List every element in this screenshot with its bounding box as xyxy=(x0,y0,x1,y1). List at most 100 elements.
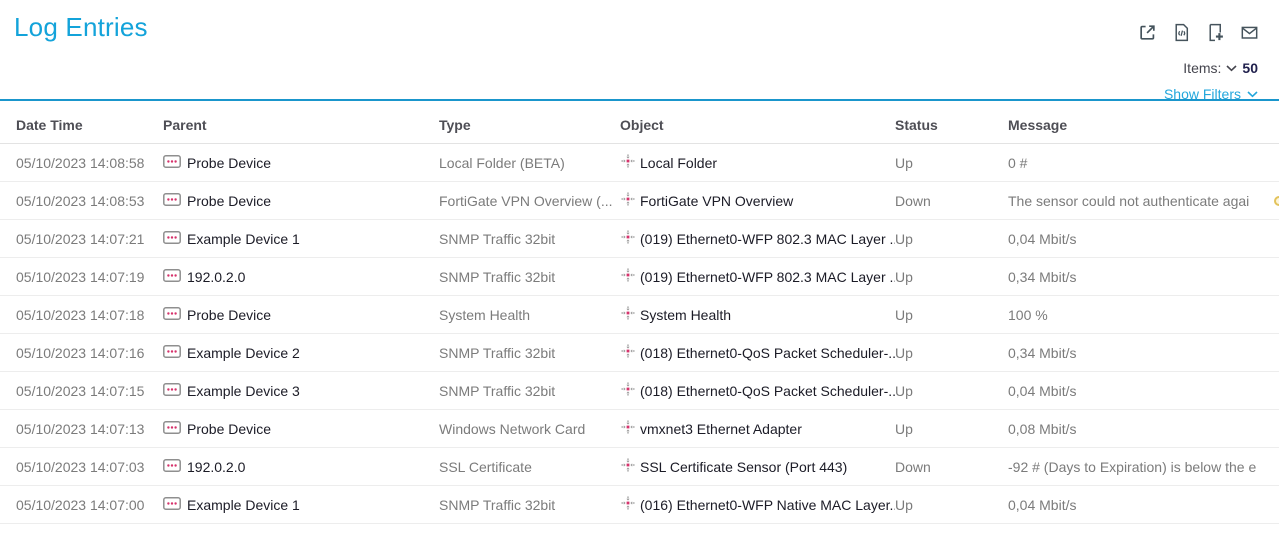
object-link[interactable]: SSL Certificate Sensor (Port 443) xyxy=(620,457,847,476)
cell-parent: Probe Device xyxy=(163,410,439,448)
parent-link-label: Example Device 1 xyxy=(187,497,300,513)
table-row: 05/10/2023 14:07:16 Example Device 2 SNM… xyxy=(0,334,1279,372)
items-count-control[interactable]: Items: 50 xyxy=(1183,60,1258,76)
parent-link[interactable]: 192.0.2.0 xyxy=(163,269,245,285)
cell-message: 0,04 Mbit/s xyxy=(1008,486,1279,524)
device-icon xyxy=(163,155,181,171)
table-row: 05/10/2023 14:07:00 Example Device 1 SNM… xyxy=(0,486,1279,524)
cell-parent: 192.0.2.0 xyxy=(163,448,439,486)
cell-datetime: 05/10/2023 14:07:00 xyxy=(0,486,163,524)
cell-object: Local Folder xyxy=(620,144,895,182)
xml-export-icon[interactable] xyxy=(1172,23,1191,42)
add-file-icon[interactable] xyxy=(1206,23,1225,42)
table-row: 05/10/2023 14:07:15 Example Device 3 SNM… xyxy=(0,372,1279,410)
cell-datetime: 05/10/2023 14:07:18 xyxy=(0,296,163,334)
page-title: Log Entries xyxy=(14,12,148,43)
log-entries-table: Date Time Parent Type Object Status Mess… xyxy=(0,101,1279,524)
sensor-icon xyxy=(620,343,636,362)
object-link-label: vmxnet3 Ethernet Adapter xyxy=(640,421,802,437)
parent-link[interactable]: 192.0.2.0 xyxy=(163,459,245,475)
object-link[interactable]: (018) Ethernet0-QoS Packet Scheduler-... xyxy=(620,381,895,400)
cell-parent: Example Device 1 xyxy=(163,486,439,524)
cell-object: (018) Ethernet0-QoS Packet Scheduler-... xyxy=(620,334,895,372)
table-row: 05/10/2023 14:07:18 Probe Device System … xyxy=(0,296,1279,334)
cell-message-text: 0,34 Mbit/s xyxy=(1008,345,1076,361)
device-icon xyxy=(163,231,181,247)
device-icon xyxy=(163,269,181,285)
cell-object: (019) Ethernet0-WFP 802.3 MAC Layer ... xyxy=(620,220,895,258)
parent-link-label: Probe Device xyxy=(187,155,271,171)
sensor-icon xyxy=(620,457,636,476)
sensor-icon xyxy=(620,191,636,210)
chevron-down-icon[interactable] xyxy=(1226,65,1237,72)
cell-parent: Example Device 3 xyxy=(163,372,439,410)
object-link-label: (019) Ethernet0-WFP 802.3 MAC Layer ... xyxy=(640,231,895,247)
table-row: 05/10/2023 14:07:13 Probe Device Windows… xyxy=(0,410,1279,448)
parent-link[interactable]: Example Device 3 xyxy=(163,383,300,399)
object-link[interactable]: (019) Ethernet0-WFP 802.3 MAC Layer ... xyxy=(620,229,895,248)
object-link[interactable]: (019) Ethernet0-WFP 802.3 MAC Layer ... xyxy=(620,267,895,286)
table-row: 05/10/2023 14:07:21 Example Device 1 SNM… xyxy=(0,220,1279,258)
chevron-down-icon xyxy=(1247,91,1258,98)
cell-type: SNMP Traffic 32bit xyxy=(439,372,620,410)
cell-status: Down xyxy=(895,448,1008,486)
object-link-label: (018) Ethernet0-QoS Packet Scheduler-... xyxy=(640,383,895,399)
parent-link-label: Example Device 2 xyxy=(187,345,300,361)
column-header-type: Type xyxy=(439,101,620,144)
cell-message-text: 0,04 Mbit/s xyxy=(1008,231,1076,247)
page-header: Log Entries xyxy=(0,0,1279,101)
parent-link[interactable]: Probe Device xyxy=(163,307,271,323)
parent-link-label: 192.0.2.0 xyxy=(187,459,245,475)
cell-message: 0,04 Mbit/s xyxy=(1008,372,1279,410)
parent-link[interactable]: Example Device 2 xyxy=(163,345,300,361)
cell-datetime: 05/10/2023 14:08:58 xyxy=(0,144,163,182)
parent-link[interactable]: Probe Device xyxy=(163,193,271,209)
cell-datetime: 05/10/2023 14:07:21 xyxy=(0,220,163,258)
items-count-value[interactable]: 50 xyxy=(1242,60,1258,76)
sensor-icon xyxy=(620,495,636,514)
cell-datetime: 05/10/2023 14:08:53 xyxy=(0,182,163,220)
column-header-parent: Parent xyxy=(163,101,439,144)
cell-message: 0,34 Mbit/s xyxy=(1008,334,1279,372)
object-link-label: System Health xyxy=(640,307,731,323)
cell-message: 0 # xyxy=(1008,144,1279,182)
object-link[interactable]: (016) Ethernet0-WFP Native MAC Layer... xyxy=(620,495,895,514)
sensor-icon xyxy=(620,229,636,248)
object-link[interactable]: Local Folder xyxy=(620,153,717,172)
object-link[interactable]: System Health xyxy=(620,305,731,324)
sensor-icon xyxy=(620,305,636,324)
parent-link-label: Probe Device xyxy=(187,421,271,437)
cell-type: System Health xyxy=(439,296,620,334)
cell-message: The sensor could not authenticate agai xyxy=(1008,182,1279,220)
cell-message-text: The sensor could not authenticate agai xyxy=(1008,193,1249,209)
cell-status: Up xyxy=(895,486,1008,524)
cell-message-text: 0,04 Mbit/s xyxy=(1008,497,1076,513)
parent-link[interactable]: Probe Device xyxy=(163,421,271,437)
cell-parent: Probe Device xyxy=(163,296,439,334)
cell-object: (016) Ethernet0-WFP Native MAC Layer... xyxy=(620,486,895,524)
object-link[interactable]: vmxnet3 Ethernet Adapter xyxy=(620,419,802,438)
parent-link[interactable]: Probe Device xyxy=(163,155,271,171)
cell-type: SNMP Traffic 32bit xyxy=(439,258,620,296)
cell-object: SSL Certificate Sensor (Port 443) xyxy=(620,448,895,486)
open-external-icon[interactable] xyxy=(1138,23,1157,42)
parent-link[interactable]: Example Device 1 xyxy=(163,497,300,513)
email-icon[interactable] xyxy=(1240,23,1259,42)
device-icon xyxy=(163,345,181,361)
object-link[interactable]: (018) Ethernet0-QoS Packet Scheduler-... xyxy=(620,343,895,362)
cell-message-text: -92 # (Days to Expiration) is below the … xyxy=(1008,459,1256,475)
cell-message: -92 # (Days to Expiration) is below the … xyxy=(1008,448,1279,486)
column-header-object: Object xyxy=(620,101,895,144)
table-row: 05/10/2023 14:07:03 192.0.2.0 SSL Certif… xyxy=(0,448,1279,486)
object-link[interactable]: FortiGate VPN Overview xyxy=(620,191,793,210)
device-icon xyxy=(163,459,181,475)
table-row: 05/10/2023 14:08:53 Probe Device FortiGa… xyxy=(0,182,1279,220)
cell-status: Up xyxy=(895,296,1008,334)
device-icon xyxy=(163,421,181,437)
cell-status: Up xyxy=(895,334,1008,372)
cell-type: SNMP Traffic 32bit xyxy=(439,486,620,524)
cell-object: System Health xyxy=(620,296,895,334)
cell-parent: 192.0.2.0 xyxy=(163,258,439,296)
cell-type: Local Folder (BETA) xyxy=(439,144,620,182)
parent-link[interactable]: Example Device 1 xyxy=(163,231,300,247)
